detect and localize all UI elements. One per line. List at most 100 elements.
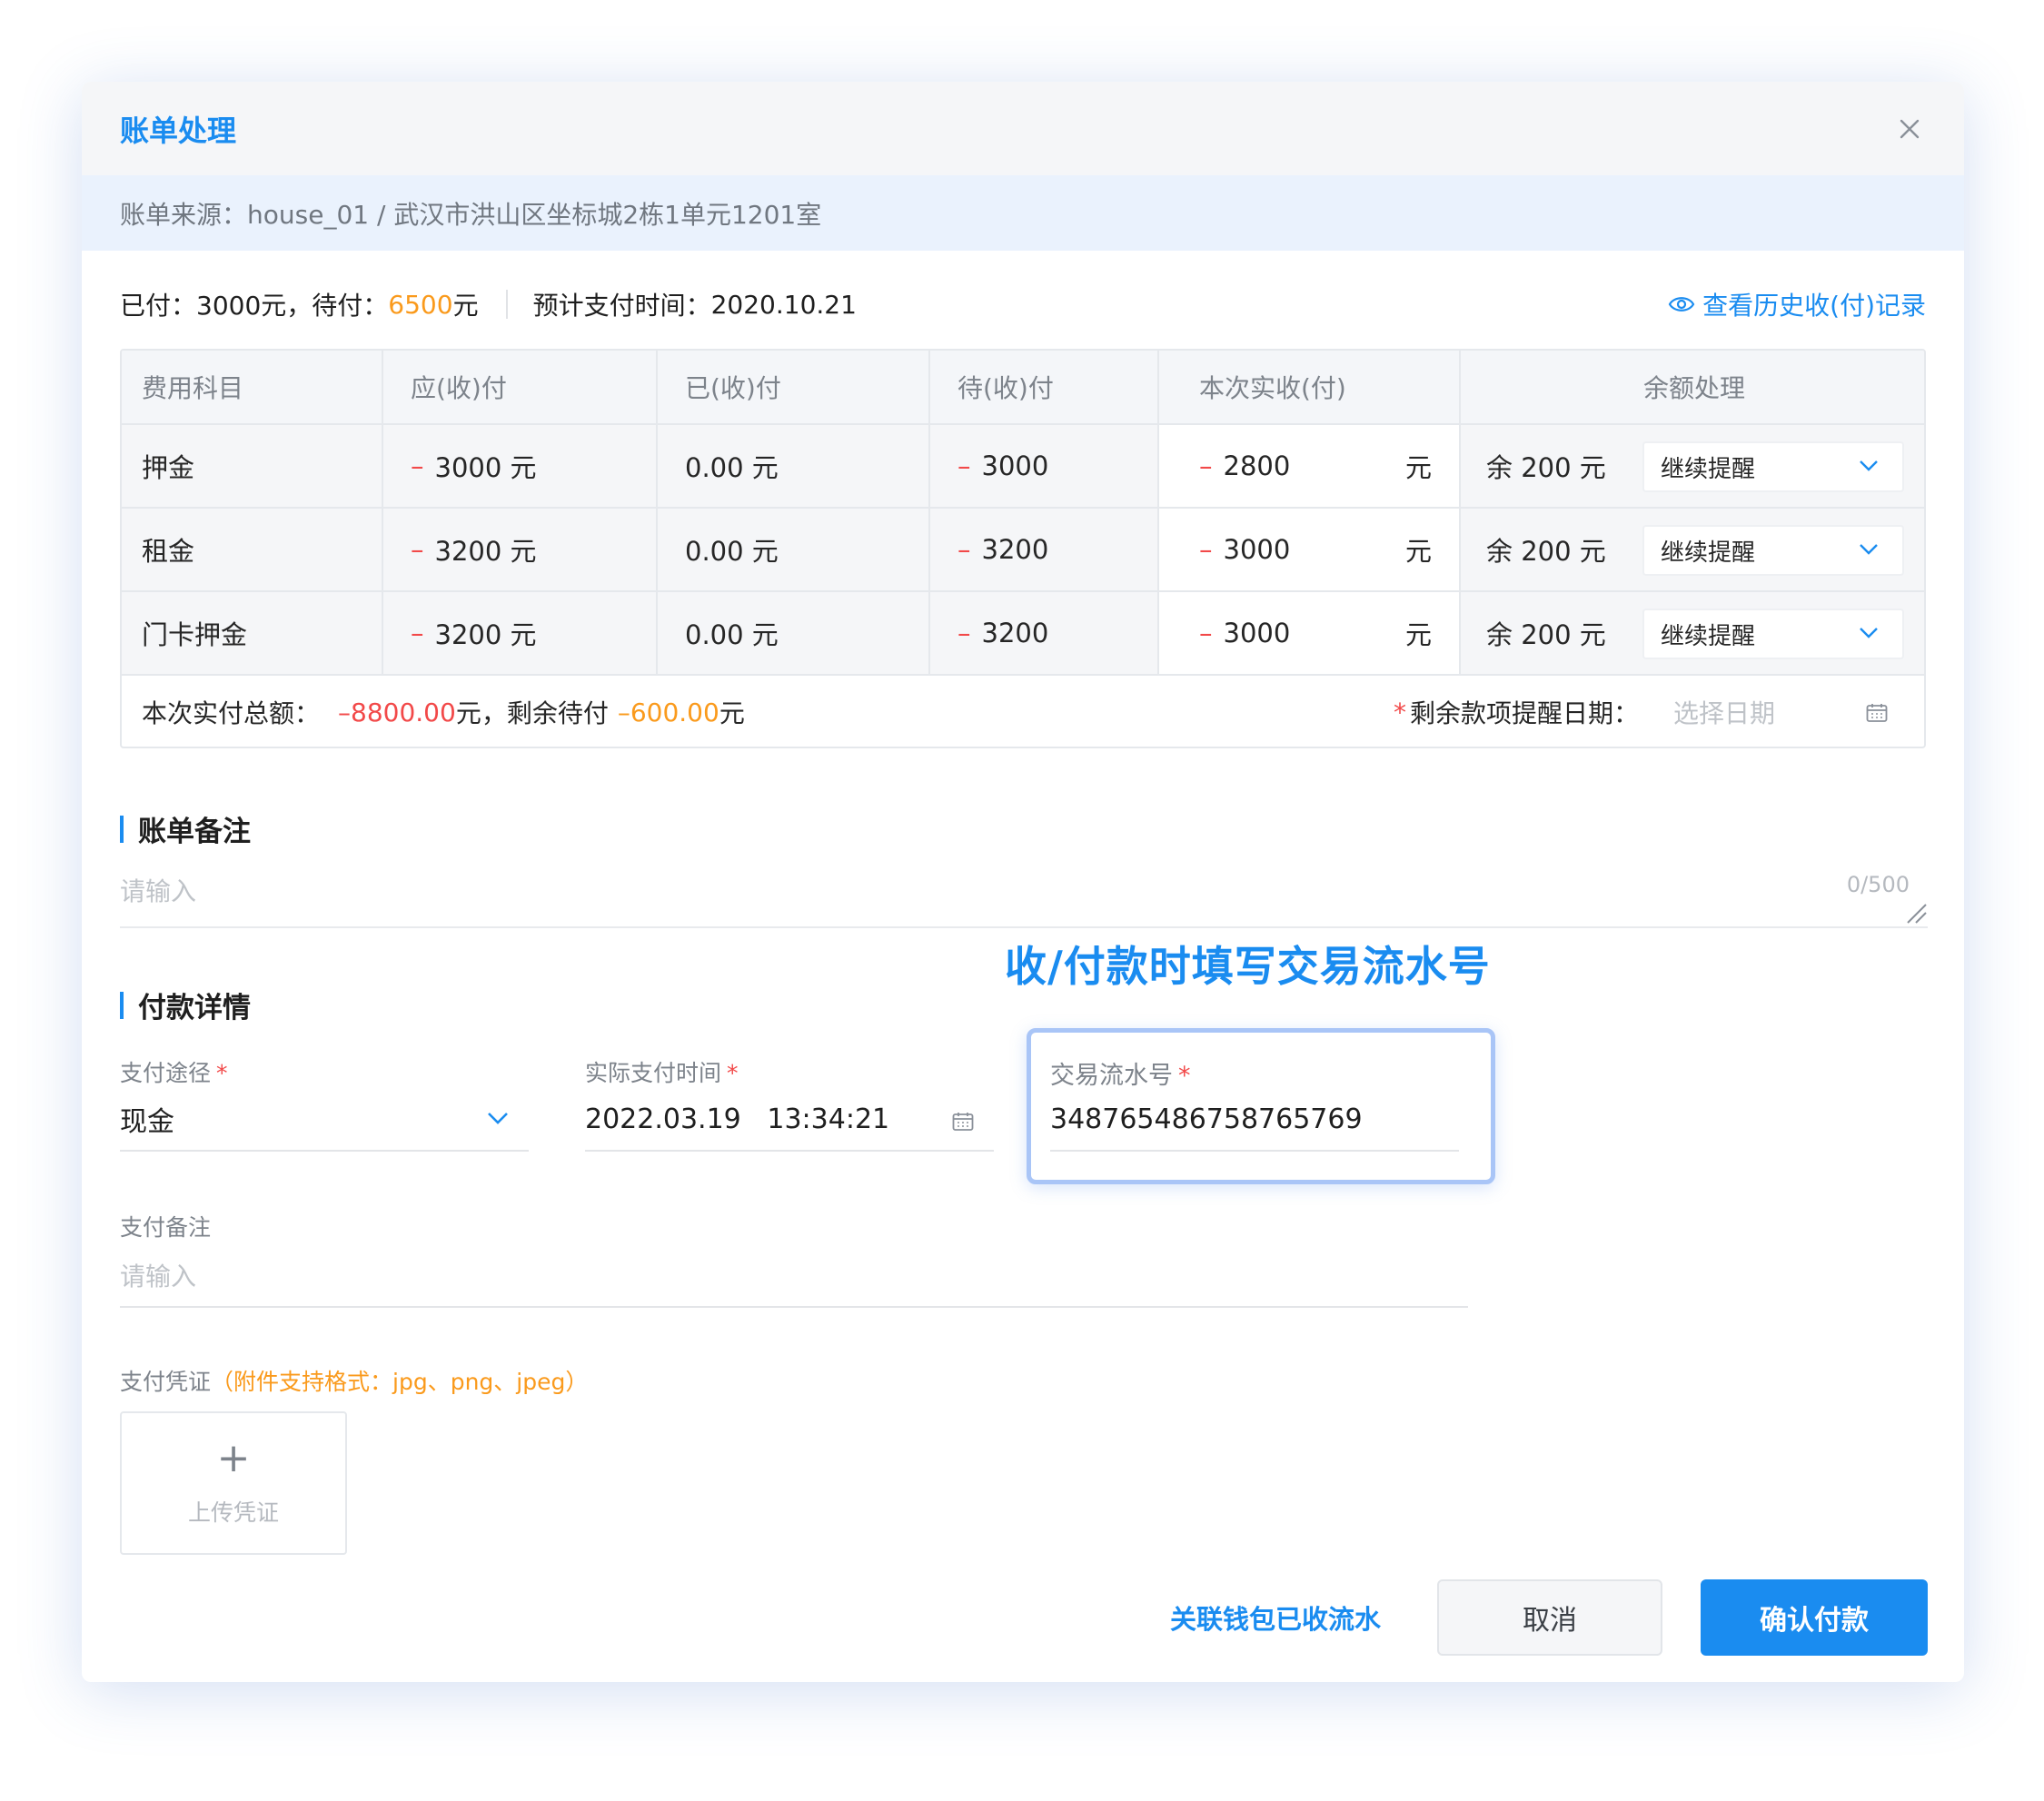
pending-label: 待付： — [312, 291, 389, 321]
paid-amount: 0.00 元 — [658, 592, 930, 674]
actual-amount-input[interactable]: –3000 元 — [1159, 509, 1461, 590]
payment-method-select[interactable]: 现金 — [120, 1088, 529, 1152]
minus-sign: – — [411, 450, 424, 481]
serial-number-input[interactable]: 348765486758765769 — [1050, 1088, 1459, 1152]
pending-amount-cell: –3200 — [930, 509, 1159, 590]
minus-sign: – — [958, 450, 971, 481]
due-amount: –3200 元 — [383, 509, 658, 590]
remark-placeholder: 请输入 — [120, 876, 197, 906]
minus-sign: – — [958, 534, 971, 565]
pending-value: 3000 — [981, 450, 1049, 481]
due-value: 3200 元 — [434, 536, 537, 567]
bill-source-value: house_01 / 武汉市洪山区坐标城2栋1单元1201室 — [247, 199, 822, 230]
balance-value: 余 200 元 — [1486, 536, 1606, 567]
chevron-down-icon — [1860, 460, 1878, 471]
bill-processing-dialog: 账单处理 账单来源： house_01 / 武汉市洪山区坐标城2栋1单元1201… — [82, 82, 1964, 1682]
payment-summary: 已付： 3000元， 待付： 6500 元 预计支付时间： 2020.10.21… — [120, 282, 1926, 327]
payment-time-value: 2022.03.19 13:34:21 — [585, 1103, 890, 1135]
expected-time-label: 预计支付时间： — [532, 291, 711, 321]
actual-amount-input[interactable]: –2800 元 — [1159, 425, 1461, 507]
actual-unit: 元 — [1404, 619, 1432, 650]
paid-value: 3000元， — [196, 291, 313, 321]
balance-value: 余 200 元 — [1486, 452, 1606, 483]
pending-value: 3200 — [981, 534, 1049, 565]
due-value: 3200 元 — [434, 619, 537, 650]
minus-sign: – — [1199, 450, 1213, 481]
balance-value: 余 200 元 — [1486, 619, 1606, 650]
remark-title: 账单备注 — [138, 816, 251, 848]
minus-sign: – — [411, 618, 424, 648]
confirm-payment-button[interactable]: 确认付款 — [1701, 1579, 1928, 1656]
eye-icon — [1668, 297, 1695, 312]
chevron-down-icon — [1860, 628, 1878, 638]
voucher-format-hint: （附件支持格式：jpg、png、jpeg） — [211, 1369, 589, 1395]
upload-voucher-button[interactable]: + 上传凭证 — [120, 1411, 347, 1555]
remind-date-picker[interactable]: 选择日期 — [1661, 687, 1924, 737]
payment-time-label-text: 实际支付时间 — [585, 1060, 722, 1086]
payment-note-placeholder: 请输入 — [120, 1262, 197, 1291]
payment-time-picker[interactable]: 2022.03.19 13:34:21 — [585, 1088, 994, 1152]
total-label: 本次实付总额： — [142, 698, 321, 728]
total-unit: 元，剩余待付 — [455, 698, 609, 728]
cancel-button[interactable]: 取消 — [1437, 1579, 1662, 1656]
actual-value: 3000 — [1223, 618, 1291, 648]
serial-number-label: 交易流水号 * — [1050, 1055, 1191, 1091]
bill-source-bar: 账单来源： house_01 / 武汉市洪山区坐标城2栋1单元1201室 — [82, 175, 1964, 251]
upload-voucher-label: 上传凭证 — [187, 1499, 279, 1526]
resize-handle-icon[interactable] — [1904, 901, 1928, 925]
payment-note-input[interactable]: 请输入 — [120, 1244, 1468, 1308]
pending-amount: 6500 — [388, 289, 453, 320]
plus-icon: + — [216, 1435, 251, 1481]
column-header-balance: 余额处理 — [1642, 373, 1745, 403]
actual-unit: 元 — [1404, 452, 1432, 483]
bill-source-label: 账单来源： — [120, 199, 248, 230]
pending-amount-cell: –3200 — [930, 592, 1159, 674]
calendar-icon — [1866, 704, 1888, 722]
minus-sign: – — [1199, 618, 1213, 648]
remaining-unit: 元 — [719, 698, 745, 728]
column-header-actual: 本次实收(付) — [1159, 351, 1461, 423]
balance-action-select[interactable]: 继续提醒 — [1642, 609, 1904, 659]
actual-unit: 元 — [1404, 536, 1432, 567]
payment-note-label: 支付备注 — [120, 1214, 212, 1241]
payment-voucher-label: 支付凭证（附件支持格式：jpg、png、jpeg） — [120, 1364, 588, 1397]
balance-cell: 余 200 元 继续提醒 — [1461, 509, 1924, 590]
paid-label: 已付： — [120, 291, 197, 321]
actual-value: 3000 — [1223, 534, 1291, 565]
actual-amount-input[interactable]: –3000 元 — [1159, 592, 1461, 674]
dialog-title: 账单处理 — [120, 113, 237, 148]
pending-value: 3200 — [981, 618, 1049, 648]
required-star: * — [727, 1060, 739, 1086]
column-header-pending: 待(收)付 — [930, 351, 1159, 423]
calendar-icon — [952, 1113, 974, 1131]
expected-time-value: 2020.10.21 — [710, 289, 857, 320]
required-star: * — [1393, 697, 1406, 727]
serial-number-label-text: 交易流水号 — [1050, 1062, 1173, 1090]
view-history-link[interactable]: 查看历史收(付)记录 — [1668, 282, 1926, 327]
fee-item: 门卡押金 — [122, 592, 383, 674]
chevron-down-icon — [488, 1113, 508, 1124]
table-row: 租金 –3200 元 0.00 元 –3200 –3000 元 余 200 元 继… — [122, 509, 1924, 592]
paid-amount: 0.00 元 — [658, 425, 930, 507]
due-value: 3000 元 — [434, 452, 537, 483]
remind-date-group: * 剩余款项提醒日期： 选择日期 — [1393, 676, 1924, 747]
view-history-label: 查看历史收(付)记录 — [1702, 291, 1926, 321]
serial-number-annotation: 收/付款时填写交易流水号 — [1005, 942, 1491, 991]
remind-date-label: 剩余款项提醒日期： — [1409, 698, 1639, 728]
payment-voucher-label-text: 支付凭证 — [120, 1369, 212, 1395]
balance-action-value: 继续提醒 — [1661, 622, 1756, 650]
minus-sign: – — [958, 618, 971, 648]
remind-date-placeholder: 选择日期 — [1673, 698, 1776, 728]
close-button[interactable] — [1893, 113, 1926, 145]
column-header-due: 应(收)付 — [383, 351, 658, 423]
bill-remark-textarea[interactable]: 请输入 0/500 — [120, 872, 1928, 928]
balance-action-value: 继续提醒 — [1661, 455, 1756, 483]
section-marker — [120, 991, 124, 1019]
serial-number-value: 348765486758765769 — [1050, 1103, 1363, 1135]
section-marker — [120, 815, 124, 843]
table-row: 门卡押金 –3200 元 0.00 元 –3200 –3000 元 余 200 元… — [122, 592, 1924, 676]
link-wallet-button[interactable]: 关联钱包已收流水 — [1170, 1579, 1381, 1656]
balance-action-select[interactable]: 继续提醒 — [1642, 441, 1904, 492]
balance-action-select[interactable]: 继续提醒 — [1642, 525, 1904, 576]
table-row: 押金 –3000 元 0.00 元 –3000 –2800 元 余 200 元 继… — [122, 425, 1924, 509]
